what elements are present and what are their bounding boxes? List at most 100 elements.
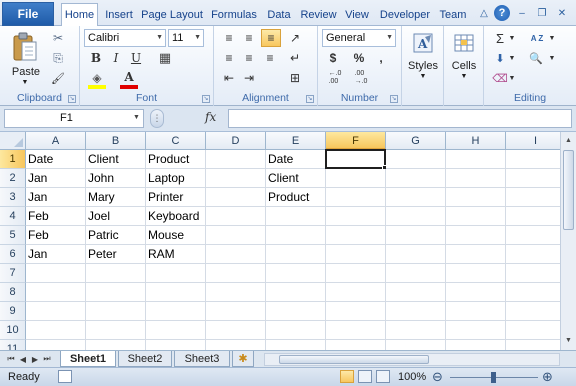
increase-decimal-button[interactable]: ←.0 .00 xyxy=(324,69,346,87)
cell-f1[interactable] xyxy=(325,149,386,169)
tab-review[interactable]: Review xyxy=(298,4,339,26)
clear-icon[interactable]: ⌫ xyxy=(492,70,508,86)
cell-g5[interactable] xyxy=(386,226,446,245)
cell-f6[interactable] xyxy=(326,245,386,264)
align-right-icon[interactable]: ≡ xyxy=(261,50,279,66)
cell-f5[interactable] xyxy=(326,226,386,245)
row-header-3[interactable]: 3 xyxy=(0,188,26,207)
cell-h1[interactable] xyxy=(446,150,506,169)
cell-e2[interactable]: Client xyxy=(266,169,326,188)
worksheet-grid[interactable]: A B C D E F G H I 1 Date Client Product Date 2 Jan John L… xyxy=(0,132,560,350)
tab-file[interactable]: File xyxy=(2,2,54,26)
page-break-view-icon[interactable] xyxy=(376,370,390,383)
column-header-g[interactable]: G xyxy=(386,132,446,150)
zoom-slider-thumb[interactable] xyxy=(491,372,496,383)
bottom-align-icon[interactable]: ≡ xyxy=(261,29,281,47)
row-header-4[interactable]: 4 xyxy=(0,207,26,226)
font-launcher-icon[interactable]: ↘ xyxy=(202,95,210,103)
cell-g9[interactable] xyxy=(386,302,446,321)
zoom-out-icon[interactable]: ⊖ xyxy=(432,369,443,385)
cell-i11[interactable] xyxy=(506,340,560,350)
align-left-icon[interactable]: ≡ xyxy=(220,50,238,66)
tab-developer[interactable]: Developer xyxy=(376,4,434,26)
cell-a1[interactable]: Date xyxy=(26,150,86,169)
font-name-dropdown[interactable]: Calibri ▼ xyxy=(84,29,166,47)
cell-b5[interactable]: Patric xyxy=(86,226,146,245)
cell-h10[interactable] xyxy=(446,321,506,340)
zoom-in-icon[interactable]: ⊕ xyxy=(542,369,553,385)
cell-a10[interactable] xyxy=(26,321,86,340)
cell-g7[interactable] xyxy=(386,264,446,283)
cell-a9[interactable] xyxy=(26,302,86,321)
chevron-down-icon[interactable]: ▼ xyxy=(508,30,516,46)
cells-button[interactable] xyxy=(451,30,477,56)
cell-h8[interactable] xyxy=(446,283,506,302)
cell-e8[interactable] xyxy=(266,283,326,302)
copy-icon[interactable]: ⎘ xyxy=(50,50,66,66)
cell-c9[interactable] xyxy=(146,302,206,321)
cell-d10[interactable] xyxy=(206,321,266,340)
cell-h4[interactable] xyxy=(446,207,506,226)
cell-i3[interactable] xyxy=(506,188,560,207)
cell-d2[interactable] xyxy=(206,169,266,188)
cell-d9[interactable] xyxy=(206,302,266,321)
decrease-indent-icon[interactable]: ⇤ xyxy=(220,70,238,86)
column-header-d[interactable]: D xyxy=(206,132,266,150)
minimize-icon[interactable]: – xyxy=(514,5,530,21)
cell-e11[interactable] xyxy=(266,340,326,350)
cell-f4[interactable] xyxy=(326,207,386,226)
insert-function-icon[interactable]: fx xyxy=(205,110,216,124)
zoom-level[interactable]: 100% xyxy=(398,371,426,383)
cell-b11[interactable] xyxy=(86,340,146,350)
cell-g8[interactable] xyxy=(386,283,446,302)
cell-i9[interactable] xyxy=(506,302,560,321)
fill-color-icon[interactable]: ◈ xyxy=(88,70,106,86)
cell-c6[interactable]: RAM xyxy=(146,245,206,264)
chevron-down-icon[interactable]: ▼ xyxy=(508,70,516,86)
cell-e1[interactable]: Date xyxy=(266,150,326,169)
cell-d6[interactable] xyxy=(206,245,266,264)
name-box[interactable]: F1 xyxy=(4,109,144,128)
cell-g11[interactable] xyxy=(386,340,446,350)
sheet-tab-sheet1[interactable]: Sheet1 xyxy=(60,351,116,367)
cell-c5[interactable]: Mouse xyxy=(146,226,206,245)
cell-c4[interactable]: Keyboard xyxy=(146,207,206,226)
cell-f3[interactable] xyxy=(326,188,386,207)
format-painter-icon[interactable]: 🖌 xyxy=(50,70,66,86)
cell-e4[interactable] xyxy=(266,207,326,226)
cells-label[interactable]: Cells xyxy=(444,60,484,72)
scroll-down-icon[interactable]: ▼ xyxy=(561,332,576,348)
tab-team[interactable]: Team xyxy=(437,4,469,26)
row-header-9[interactable]: 9 xyxy=(0,302,26,321)
cell-b8[interactable] xyxy=(86,283,146,302)
cell-h2[interactable] xyxy=(446,169,506,188)
wrap-text-icon[interactable]: ↵ xyxy=(286,50,304,66)
cell-c2[interactable]: Laptop xyxy=(146,169,206,188)
cell-b10[interactable] xyxy=(86,321,146,340)
first-sheet-icon[interactable]: ⏮ xyxy=(6,353,16,365)
underline-button[interactable]: U xyxy=(128,50,144,66)
autosum-icon[interactable]: Σ xyxy=(492,30,508,46)
align-center-icon[interactable]: ≡ xyxy=(240,50,258,66)
cell-d1[interactable] xyxy=(206,150,266,169)
orientation-icon[interactable]: ↗ xyxy=(286,30,304,46)
cell-d5[interactable] xyxy=(206,226,266,245)
horizontal-scrollbar[interactable] xyxy=(264,353,560,366)
chevron-down-icon[interactable]: ▼ xyxy=(133,114,140,121)
normal-view-icon[interactable] xyxy=(340,370,354,383)
sort-filter-icon[interactable]: A Z xyxy=(526,30,548,46)
last-sheet-icon[interactable]: ⏭ xyxy=(42,353,52,365)
decrease-decimal-button[interactable]: .00 →.0 xyxy=(350,69,372,87)
chevron-down-icon[interactable]: ▼ xyxy=(548,50,556,66)
cell-c11[interactable] xyxy=(146,340,206,350)
bold-button[interactable]: B xyxy=(88,50,104,66)
cell-i7[interactable] xyxy=(506,264,560,283)
column-header-b[interactable]: B xyxy=(86,132,146,150)
cell-a11[interactable] xyxy=(26,340,86,350)
italic-button[interactable]: I xyxy=(108,50,124,66)
cut-icon[interactable]: ✂ xyxy=(50,30,66,46)
cell-b9[interactable] xyxy=(86,302,146,321)
cell-e6[interactable] xyxy=(266,245,326,264)
cell-d4[interactable] xyxy=(206,207,266,226)
cell-b7[interactable] xyxy=(86,264,146,283)
